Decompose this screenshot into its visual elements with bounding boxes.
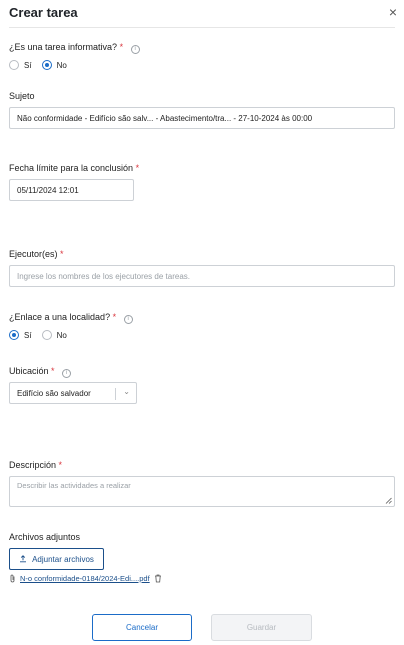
paperclip-icon (10, 574, 15, 583)
resize-handle-icon[interactable] (385, 497, 392, 504)
attach-files-label: Adjuntar archivos (32, 554, 94, 564)
cancel-button[interactable]: Cancelar (92, 614, 192, 641)
location-link-option-no[interactable]: No (41, 330, 67, 340)
required-mark: * (135, 163, 140, 173)
location-link-label-text: ¿Enlace a una localidad? (9, 312, 111, 322)
option-label: Sí (24, 330, 32, 340)
dialog-title: Crear tarea (9, 5, 78, 20)
header-divider (9, 27, 395, 28)
info-icon[interactable]: i (123, 315, 133, 324)
informative-radio-group: Sí No (9, 60, 77, 70)
location-select[interactable]: Edifício são salvador ⌄ (9, 382, 137, 404)
attachments-label: Archivos adjuntos (9, 532, 81, 542)
executors-input[interactable]: Ingrese los nombres de los ejecutores de… (9, 265, 395, 287)
executors-label-text: Ejecutor(es) (9, 249, 58, 259)
executors-placeholder: Ingrese los nombres de los ejecutores de… (17, 271, 190, 281)
subject-label: Sujeto (9, 91, 35, 101)
informative-label-text: ¿Es una tarea informativa? (9, 42, 118, 52)
close-icon[interactable]: × (386, 5, 400, 19)
informative-option-no[interactable]: No (41, 60, 67, 70)
required-mark: * (51, 366, 55, 376)
informative-label: ¿Es una tarea informativa? * i (9, 42, 140, 54)
description-label: Descripción * (9, 460, 62, 470)
location-label-text: Ubicación (9, 366, 49, 376)
radio-button[interactable] (9, 60, 19, 70)
deadline-label-text: Fecha límite para la conclusión (9, 163, 134, 173)
informative-option-yes[interactable]: Sí (9, 60, 32, 70)
select-divider (115, 388, 116, 400)
trash-icon[interactable] (154, 574, 162, 583)
location-label: Ubicación * i (9, 366, 72, 378)
location-value: Edifício são salvador (17, 388, 91, 398)
deadline-label: Fecha límite para la conclusión * (9, 163, 139, 173)
location-link-option-yes[interactable]: Sí (9, 330, 32, 340)
required-mark: * (60, 249, 64, 259)
subject-field[interactable]: Não conformidade - Edifício são salv... … (9, 107, 395, 129)
radio-button[interactable] (41, 330, 52, 340)
attachment-file-link[interactable]: N-o conformidade-0184/2024-Edi....pdf (20, 574, 150, 583)
info-icon[interactable]: i (130, 45, 140, 54)
required-mark: * (58, 460, 63, 470)
required-mark: * (119, 42, 124, 52)
option-label: No (56, 60, 67, 70)
upload-icon (20, 555, 27, 563)
required-mark: * (112, 312, 117, 322)
location-link-label: ¿Enlace a una localidad? * i (9, 312, 133, 324)
deadline-field[interactable]: 05/11/2024 12:01 (9, 179, 134, 201)
description-placeholder: Describir las actividades a realizar (17, 481, 131, 490)
chevron-down-icon[interactable]: ⌄ (123, 387, 130, 396)
description-textarea[interactable]: Describir las actividades a realizar (9, 476, 395, 507)
save-label: Guardar (246, 623, 277, 632)
executors-label: Ejecutor(es) * (9, 249, 64, 259)
info-icon[interactable]: i (62, 369, 72, 378)
option-label: Sí (24, 60, 32, 70)
attachment-item: N-o conformidade-0184/2024-Edi....pdf (9, 574, 162, 583)
location-link-radio-group: Sí No (9, 330, 77, 340)
attach-files-button[interactable]: Adjuntar archivos (9, 548, 104, 570)
deadline-value: 05/11/2024 12:01 (17, 185, 79, 195)
radio-button-checked[interactable] (41, 60, 52, 70)
save-button[interactable]: Guardar (211, 614, 312, 641)
cancel-label: Cancelar (125, 623, 158, 632)
description-label-text: Descripción (9, 460, 57, 470)
option-label: No (56, 330, 67, 340)
subject-value: Não conformidade - Edifício são salv... … (17, 113, 313, 123)
radio-button-checked[interactable] (9, 330, 19, 340)
